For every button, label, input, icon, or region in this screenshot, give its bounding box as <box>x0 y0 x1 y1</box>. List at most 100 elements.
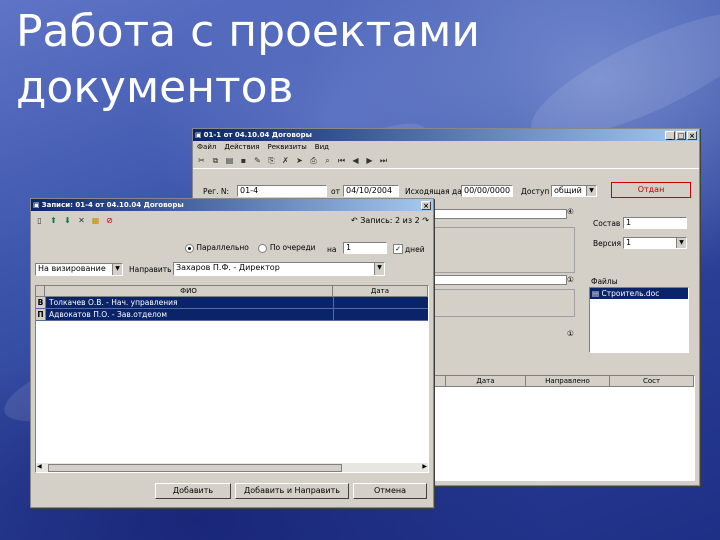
attach-icon[interactable]: ⎘ <box>266 155 277 166</box>
access-value: общий <box>554 186 582 195</box>
delete-icon[interactable]: ✗ <box>280 155 291 166</box>
form-line <box>433 209 567 219</box>
notebook-icon[interactable]: ▦ <box>90 215 101 226</box>
cancel-button[interactable]: Отмена <box>353 483 427 499</box>
new-record-icon[interactable]: ▯ <box>34 215 45 226</box>
marker-1: ① <box>567 275 574 284</box>
delete-icon[interactable]: ✕ <box>76 215 87 226</box>
column-header-status[interactable]: Сост <box>610 376 694 387</box>
close-button[interactable]: × <box>687 130 697 140</box>
direct-label: Направить <box>129 265 172 274</box>
slide-title: Работа с проектами документов <box>16 6 480 113</box>
find-icon[interactable]: ⌕ <box>322 155 333 166</box>
form-line <box>433 275 567 285</box>
marker-1b: ① <box>567 329 574 338</box>
chevron-down-icon[interactable]: ▼ <box>676 238 686 248</box>
file-name: Строитель.doc <box>601 289 660 298</box>
prev-record-icon[interactable]: ◀ <box>350 155 361 166</box>
record-forward-icon[interactable]: ↷ <box>422 216 429 225</box>
column-header-date[interactable]: Дата <box>333 286 428 297</box>
form-area <box>433 227 575 273</box>
files-list: ▤ Строитель.doc <box>589 287 689 353</box>
row-name: Адвокатов П.О. - Зав.отделом <box>46 309 334 320</box>
close-button[interactable]: × <box>421 200 431 210</box>
purpose-select[interactable]: На визирование ▼ <box>35 263 123 276</box>
recipients-grid-header: ФИО Дата <box>36 286 428 297</box>
add-button[interactable]: Добавить <box>155 483 231 499</box>
table-row[interactable]: П Адвокатов П.О. - Зав.отделом <box>36 309 428 321</box>
date-from-field[interactable]: 04/10/2004 <box>343 185 399 197</box>
days-checkbox[interactable]: ✓ <box>393 244 403 254</box>
access-select[interactable]: общий ▼ <box>551 185 597 197</box>
arrow-down-icon[interactable]: ⬇ <box>62 215 73 226</box>
recipients-grid: ФИО Дата В Толкачев О.В. - Нач. управлен… <box>35 285 429 473</box>
radio-sequential[interactable] <box>258 243 268 253</box>
records-dialog-titlebar: ▣ Записи: 01-4 от 04.10.04 Договоры × <box>31 199 433 211</box>
document-icon: ▤ <box>592 289 600 298</box>
record-navigator: ↶ Запись: 2 из 2 ↷ <box>351 216 429 225</box>
chevron-down-icon[interactable]: ▼ <box>112 264 122 275</box>
row-date <box>334 309 428 320</box>
incoming-date-field[interactable]: 00/00/0000 <box>461 185 513 197</box>
reg-no-field[interactable]: 01-4 <box>237 185 327 197</box>
paste-icon[interactable]: ▤ <box>224 155 235 166</box>
version-select[interactable]: 1 ▼ <box>623 237 687 249</box>
column-header-name[interactable]: ФИО <box>45 286 333 297</box>
form-line <box>433 289 575 317</box>
row-date <box>334 297 428 308</box>
chevron-down-icon[interactable]: ▼ <box>374 263 384 275</box>
edit-icon[interactable]: ✎ <box>252 155 263 166</box>
save-icon[interactable]: ▪ <box>238 155 249 166</box>
menubar: Файл Действия Реквизиты Вид <box>193 141 699 152</box>
maximize-button[interactable]: □ <box>676 130 686 140</box>
term-label: на <box>327 245 337 254</box>
menu-attributes[interactable]: Реквизиты <box>267 143 306 151</box>
purpose-value: На визирование <box>38 264 106 273</box>
column-header-date[interactable]: Дата <box>446 376 526 387</box>
add-and-direct-label: Добавить и Направить <box>244 486 340 495</box>
row-mark: П <box>36 309 46 320</box>
copy-icon[interactable]: ⧉ <box>210 155 221 166</box>
record-info: Запись: 2 из 2 <box>360 215 420 225</box>
add-and-direct-button[interactable]: Добавить и Направить <box>235 483 349 499</box>
status-label: Отдан <box>637 185 665 194</box>
scroll-left-icon[interactable]: ◀ <box>37 463 42 470</box>
document-window-title: 01-1 от 04.10.04 Договоры <box>203 131 312 139</box>
menu-file[interactable]: Файл <box>197 143 216 151</box>
direct-select[interactable]: Захаров П.Ф. - Директор ▼ <box>173 262 385 276</box>
record-back-icon[interactable]: ↶ <box>351 216 358 225</box>
version-value: 1 <box>626 238 632 247</box>
last-record-icon[interactable]: ⏭ <box>378 155 389 166</box>
reject-icon[interactable]: ⊘ <box>104 215 115 226</box>
first-record-icon[interactable]: ⏮ <box>336 155 347 166</box>
term-field[interactable]: 1 <box>343 242 387 254</box>
marker-4: ④ <box>567 207 574 216</box>
print-icon[interactable]: ⎙ <box>308 155 319 166</box>
scroll-thumb[interactable] <box>48 464 342 472</box>
window-icon: ▣ <box>195 131 202 139</box>
scroll-right-icon[interactable]: ▶ <box>422 463 427 470</box>
records-dialog-title: Записи: 01-4 от 04.10.04 Договоры <box>41 201 184 209</box>
horizontal-scrollbar[interactable]: ◀ ▶ <box>36 462 428 472</box>
menu-view[interactable]: Вид <box>315 143 329 151</box>
radio-sequential-label: По очереди <box>269 243 316 252</box>
status-button[interactable]: Отдан <box>611 182 691 198</box>
send-icon[interactable]: ➤ <box>294 155 305 166</box>
direct-value: Захаров П.Ф. - Директор <box>176 263 280 272</box>
file-item[interactable]: ▤ Строитель.doc <box>590 288 688 299</box>
add-button-label: Добавить <box>172 486 214 495</box>
column-header-directed[interactable]: Направлено <box>526 376 610 387</box>
chevron-down-icon[interactable]: ▼ <box>586 186 596 196</box>
version-label: Версия <box>593 239 622 248</box>
row-mark: В <box>36 297 46 308</box>
sostav-field[interactable]: 1 <box>623 217 687 229</box>
access-label: Доступ <box>521 187 550 196</box>
document-toolbar: ✂ ⧉ ▤ ▪ ✎ ⎘ ✗ ➤ ⎙ ⌕ ⏮ ◀ ▶ ⏭ <box>193 152 699 169</box>
next-record-icon[interactable]: ▶ <box>364 155 375 166</box>
arrow-up-icon[interactable]: ⬆ <box>48 215 59 226</box>
minimize-button[interactable]: _ <box>665 130 675 140</box>
menu-actions[interactable]: Действия <box>224 143 259 151</box>
radio-parallel[interactable] <box>185 243 194 253</box>
table-row[interactable]: В Толкачев О.В. - Нач. управления <box>36 297 428 309</box>
cut-icon[interactable]: ✂ <box>196 155 207 166</box>
